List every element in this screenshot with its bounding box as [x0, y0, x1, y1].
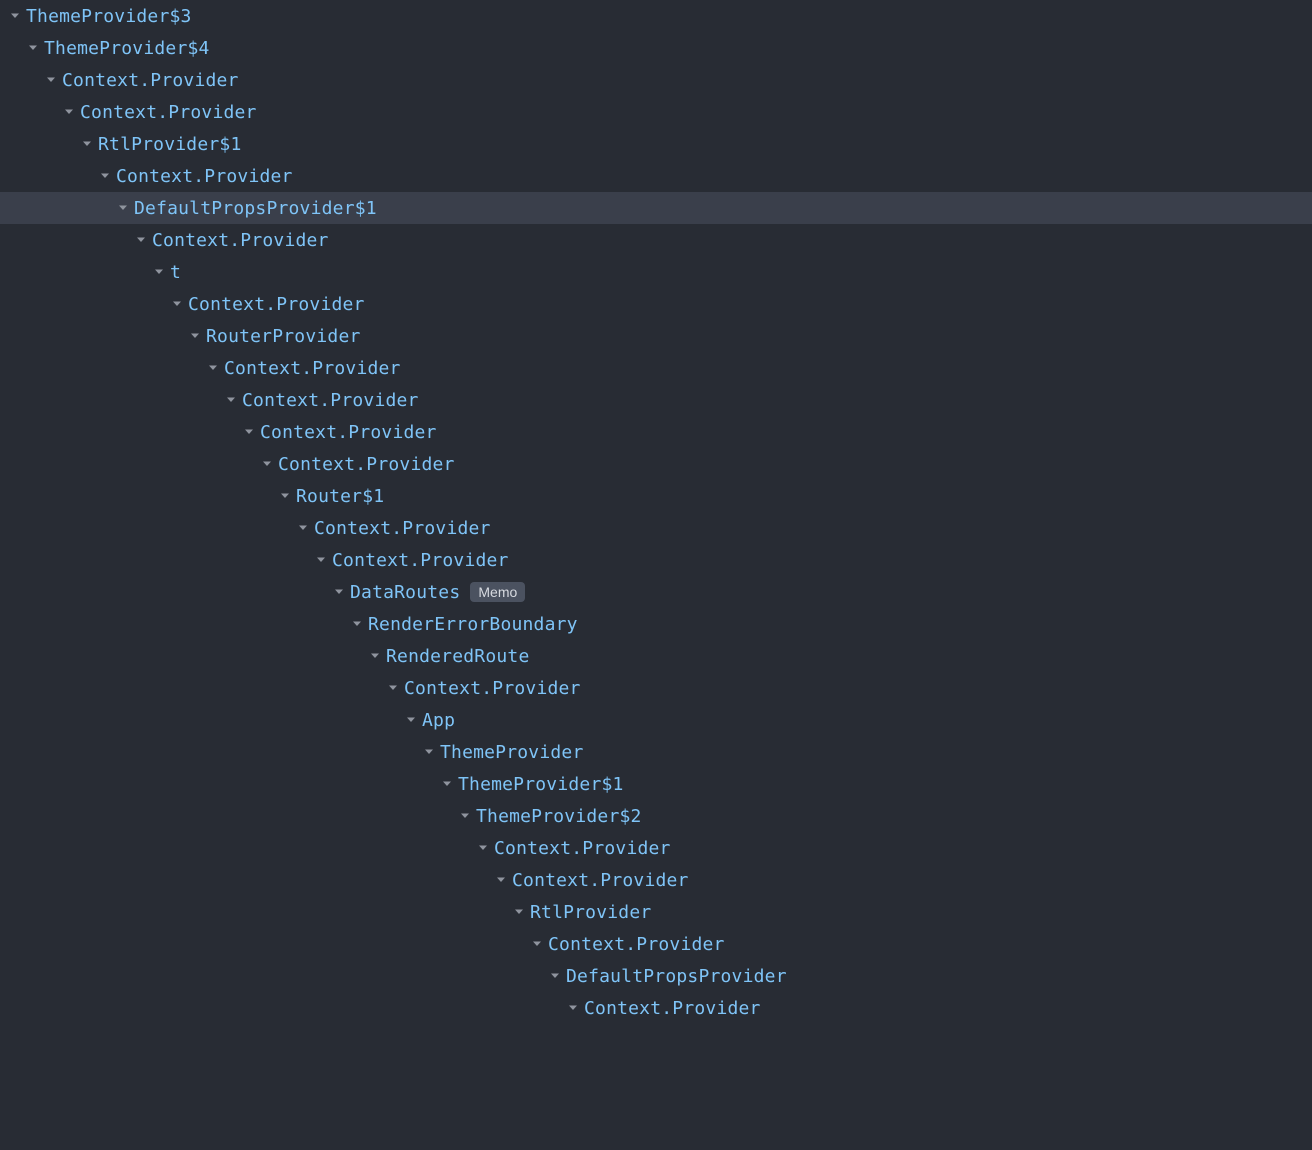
tree-node-themeprovider-4[interactable]: ThemeProvider$4 — [0, 32, 1312, 64]
node-label: RtlProvider$1 — [98, 134, 241, 155]
node-label: RenderErrorBoundary — [368, 614, 578, 635]
tree-node-rendererrorboundary[interactable]: RenderErrorBoundary — [0, 608, 1312, 640]
tree-node-context-provider[interactable]: Context.Provider — [0, 544, 1312, 576]
expand-arrow-icon[interactable] — [152, 267, 166, 277]
node-label: Context.Provider — [188, 294, 365, 315]
node-label: DataRoutes — [350, 582, 460, 603]
tree-node-themeprovider-2[interactable]: ThemeProvider$2 — [0, 800, 1312, 832]
node-label: Context.Provider — [584, 998, 761, 1019]
expand-arrow-icon[interactable] — [368, 651, 382, 661]
tree-node-defaultpropsprovider-1[interactable]: DefaultPropsProvider$1 — [0, 192, 1312, 224]
expand-arrow-icon[interactable] — [188, 331, 202, 341]
node-label: Context.Provider — [332, 550, 509, 571]
node-label: Context.Provider — [116, 166, 293, 187]
expand-arrow-icon[interactable] — [566, 1003, 580, 1013]
expand-arrow-icon[interactable] — [80, 139, 94, 149]
expand-arrow-icon[interactable] — [44, 75, 58, 85]
expand-arrow-icon[interactable] — [134, 235, 148, 245]
tree-node-context-provider[interactable]: Context.Provider — [0, 448, 1312, 480]
tree-node-routerprovider[interactable]: RouterProvider — [0, 320, 1312, 352]
tree-node-themeprovider-3[interactable]: ThemeProvider$3 — [0, 0, 1312, 32]
node-label: DefaultPropsProvider — [566, 966, 787, 987]
node-label: Router$1 — [296, 486, 384, 507]
node-label: Context.Provider — [278, 454, 455, 475]
node-label: RenderedRoute — [386, 646, 529, 667]
tree-node-context-provider[interactable]: Context.Provider — [0, 672, 1312, 704]
expand-arrow-icon[interactable] — [170, 299, 184, 309]
expand-arrow-icon[interactable] — [530, 939, 544, 949]
expand-arrow-icon[interactable] — [386, 683, 400, 693]
expand-arrow-icon[interactable] — [512, 907, 526, 917]
tree-node-context-provider[interactable]: Context.Provider — [0, 992, 1312, 1024]
tree-node-context-provider[interactable]: Context.Provider — [0, 928, 1312, 960]
node-label: Context.Provider — [512, 870, 689, 891]
expand-arrow-icon[interactable] — [350, 619, 364, 629]
tree-node-app[interactable]: App — [0, 704, 1312, 736]
node-label: DefaultPropsProvider$1 — [134, 198, 377, 219]
expand-arrow-icon[interactable] — [296, 523, 310, 533]
node-label: ThemeProvider$2 — [476, 806, 642, 827]
tree-node-context-provider[interactable]: Context.Provider — [0, 224, 1312, 256]
expand-arrow-icon[interactable] — [548, 971, 562, 981]
tree-node-rtlprovider[interactable]: RtlProvider — [0, 896, 1312, 928]
tree-node-dataroutes[interactable]: DataRoutes Memo — [0, 576, 1312, 608]
node-label: Context.Provider — [548, 934, 725, 955]
node-label: ThemeProvider$4 — [44, 38, 210, 59]
tree-node-context-provider[interactable]: Context.Provider — [0, 64, 1312, 96]
component-tree[interactable]: ThemeProvider$3 ThemeProvider$4 Context.Pr… — [0, 0, 1312, 1024]
expand-arrow-icon[interactable] — [458, 811, 472, 821]
node-label: Context.Provider — [260, 422, 437, 443]
tree-node-context-provider[interactable]: Context.Provider — [0, 416, 1312, 448]
expand-arrow-icon[interactable] — [260, 459, 274, 469]
node-label: Context.Provider — [494, 838, 671, 859]
expand-arrow-icon[interactable] — [8, 11, 22, 21]
tree-node-context-provider[interactable]: Context.Provider — [0, 288, 1312, 320]
expand-arrow-icon[interactable] — [26, 43, 40, 53]
tree-node-context-provider[interactable]: Context.Provider — [0, 96, 1312, 128]
tree-node-defaultpropsprovider[interactable]: DefaultPropsProvider — [0, 960, 1312, 992]
expand-arrow-icon[interactable] — [476, 843, 490, 853]
node-label: Context.Provider — [62, 70, 239, 91]
tree-node-themeprovider[interactable]: ThemeProvider — [0, 736, 1312, 768]
node-label: ThemeProvider — [440, 742, 583, 763]
node-label: App — [422, 710, 455, 731]
node-label: Context.Provider — [224, 358, 401, 379]
node-label: Context.Provider — [404, 678, 581, 699]
tree-node-context-provider[interactable]: Context.Provider — [0, 864, 1312, 896]
expand-arrow-icon[interactable] — [224, 395, 238, 405]
node-label: Context.Provider — [242, 390, 419, 411]
expand-arrow-icon[interactable] — [98, 171, 112, 181]
tree-node-context-provider[interactable]: Context.Provider — [0, 352, 1312, 384]
tree-node-rtlprovider-1[interactable]: RtlProvider$1 — [0, 128, 1312, 160]
node-label: t — [170, 262, 181, 283]
node-label: RouterProvider — [206, 326, 361, 347]
expand-arrow-icon[interactable] — [494, 875, 508, 885]
expand-arrow-icon[interactable] — [206, 363, 220, 373]
tree-node-themeprovider-1[interactable]: ThemeProvider$1 — [0, 768, 1312, 800]
expand-arrow-icon[interactable] — [332, 587, 346, 597]
tree-node-context-provider[interactable]: Context.Provider — [0, 384, 1312, 416]
tree-node-context-provider[interactable]: Context.Provider — [0, 512, 1312, 544]
node-label: Context.Provider — [152, 230, 329, 251]
expand-arrow-icon[interactable] — [440, 779, 454, 789]
node-label: RtlProvider — [530, 902, 651, 923]
expand-arrow-icon[interactable] — [422, 747, 436, 757]
expand-arrow-icon[interactable] — [62, 107, 76, 117]
tree-node-router-1[interactable]: Router$1 — [0, 480, 1312, 512]
tree-node-renderedroute[interactable]: RenderedRoute — [0, 640, 1312, 672]
expand-arrow-icon[interactable] — [404, 715, 418, 725]
node-label: Context.Provider — [314, 518, 491, 539]
tree-node-context-provider[interactable]: Context.Provider — [0, 160, 1312, 192]
hoc-badge: Memo — [470, 582, 525, 602]
expand-arrow-icon[interactable] — [116, 203, 130, 213]
tree-node-context-provider[interactable]: Context.Provider — [0, 832, 1312, 864]
node-label: ThemeProvider$1 — [458, 774, 624, 795]
tree-node-t[interactable]: t — [0, 256, 1312, 288]
node-label: ThemeProvider$3 — [26, 6, 192, 27]
expand-arrow-icon[interactable] — [278, 491, 292, 501]
node-label: Context.Provider — [80, 102, 257, 123]
expand-arrow-icon[interactable] — [314, 555, 328, 565]
expand-arrow-icon[interactable] — [242, 427, 256, 437]
